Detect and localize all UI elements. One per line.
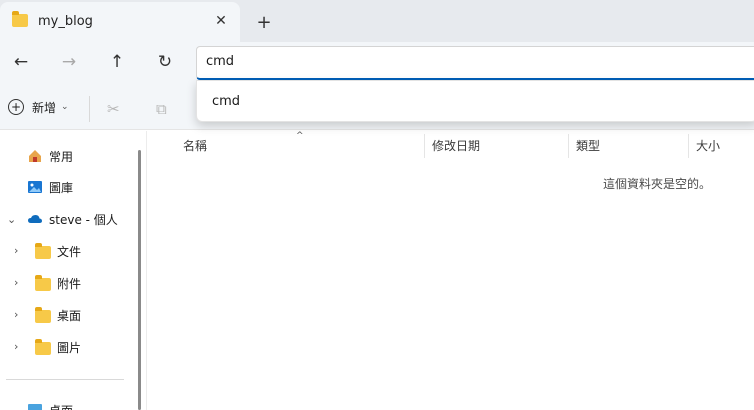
back-arrow-icon[interactable]: ←	[8, 50, 34, 74]
new-button-label: 新增	[32, 100, 57, 115]
column-header-name[interactable]: 名稱	[183, 137, 207, 154]
cloud-icon	[27, 211, 43, 227]
copy-icon[interactable]: ⧉	[156, 100, 167, 118]
column-divider[interactable]	[568, 134, 569, 158]
sidebar-item-gallery[interactable]: 圖庫	[27, 176, 73, 198]
navigation-bar: ← → ↑ ↻	[0, 42, 754, 82]
close-tab-icon[interactable]: ✕	[210, 10, 232, 32]
sidebar-item-label: 圖庫	[49, 180, 74, 195]
address-suggestions: cmd	[196, 80, 754, 122]
forward-arrow-icon[interactable]: →	[56, 50, 82, 74]
tab-my-blog[interactable]: my_blog ✕	[0, 2, 240, 42]
address-bar[interactable]	[196, 46, 754, 80]
sidebar-item-attachments[interactable]: 附件	[35, 272, 81, 294]
sidebar-item-pictures[interactable]: 圖片	[35, 336, 81, 358]
column-divider[interactable]	[688, 134, 689, 158]
sidebar-item-desktop[interactable]: 桌面	[35, 304, 81, 326]
new-tab-button[interactable]: +	[252, 10, 276, 34]
chevron-right-icon[interactable]: ›	[14, 340, 18, 353]
sidebar-item-label: 文件	[57, 244, 82, 259]
sidebar-item-home[interactable]: 常用	[27, 145, 73, 167]
folder-icon	[35, 243, 51, 259]
folder-icon	[35, 307, 51, 323]
folder-icon	[35, 275, 51, 291]
chevron-right-icon[interactable]: ›	[14, 276, 18, 289]
desktop-icon	[27, 402, 43, 410]
chevron-down-icon[interactable]: ⌄	[7, 213, 16, 226]
sidebar-item-desktop-pinned[interactable]: 桌面	[27, 399, 73, 410]
folder-icon	[35, 339, 51, 355]
suggestion-item[interactable]: cmd	[212, 94, 240, 109]
column-header-type[interactable]: 類型	[576, 137, 600, 154]
file-list: ^ 名稱 修改日期 類型 大小 這個資料夾是空的。	[146, 131, 754, 410]
title-bar: my_blog ✕ +	[0, 0, 754, 42]
sidebar-scrollbar[interactable]	[138, 150, 141, 410]
chevron-right-icon[interactable]: ›	[14, 244, 18, 257]
sidebar-item-label: 圖片	[57, 340, 82, 355]
new-button[interactable]: + 新增 ⌄	[8, 96, 69, 118]
sidebar-item-label: 桌面	[57, 308, 82, 323]
chevron-right-icon[interactable]: ›	[14, 308, 18, 321]
sidebar-item-label: 桌面	[49, 402, 73, 410]
gallery-icon	[27, 179, 43, 195]
navigation-pane: 常用 圖庫 ⌄ steve - 個人 › 文件 › 附件 › 桌面 › 圖片	[0, 131, 138, 410]
plus-circle-icon: +	[8, 99, 24, 115]
divider	[6, 379, 124, 380]
empty-folder-message: 這個資料夾是空的。	[603, 177, 712, 191]
sidebar-item-documents[interactable]: 文件	[35, 240, 81, 262]
sidebar-item-label: 常用	[49, 149, 74, 164]
cut-icon[interactable]: ✂	[107, 100, 120, 118]
divider	[89, 96, 90, 122]
sidebar-item-onedrive[interactable]: steve - 個人	[27, 208, 118, 230]
home-icon	[27, 148, 43, 164]
tab-title: my_blog	[38, 14, 93, 29]
refresh-icon[interactable]: ↻	[152, 50, 178, 74]
chevron-down-icon: ⌄	[61, 102, 69, 112]
up-arrow-icon[interactable]: ↑	[104, 50, 130, 74]
column-header-size[interactable]: 大小	[696, 137, 720, 154]
column-header-modified[interactable]: 修改日期	[432, 137, 480, 154]
sort-ascending-icon: ^	[296, 131, 304, 141]
sidebar-item-label: 附件	[57, 276, 82, 291]
column-divider[interactable]	[424, 134, 425, 158]
sidebar-item-label: steve - 個人	[49, 212, 118, 227]
address-input[interactable]	[206, 54, 746, 69]
folder-icon	[12, 11, 28, 30]
